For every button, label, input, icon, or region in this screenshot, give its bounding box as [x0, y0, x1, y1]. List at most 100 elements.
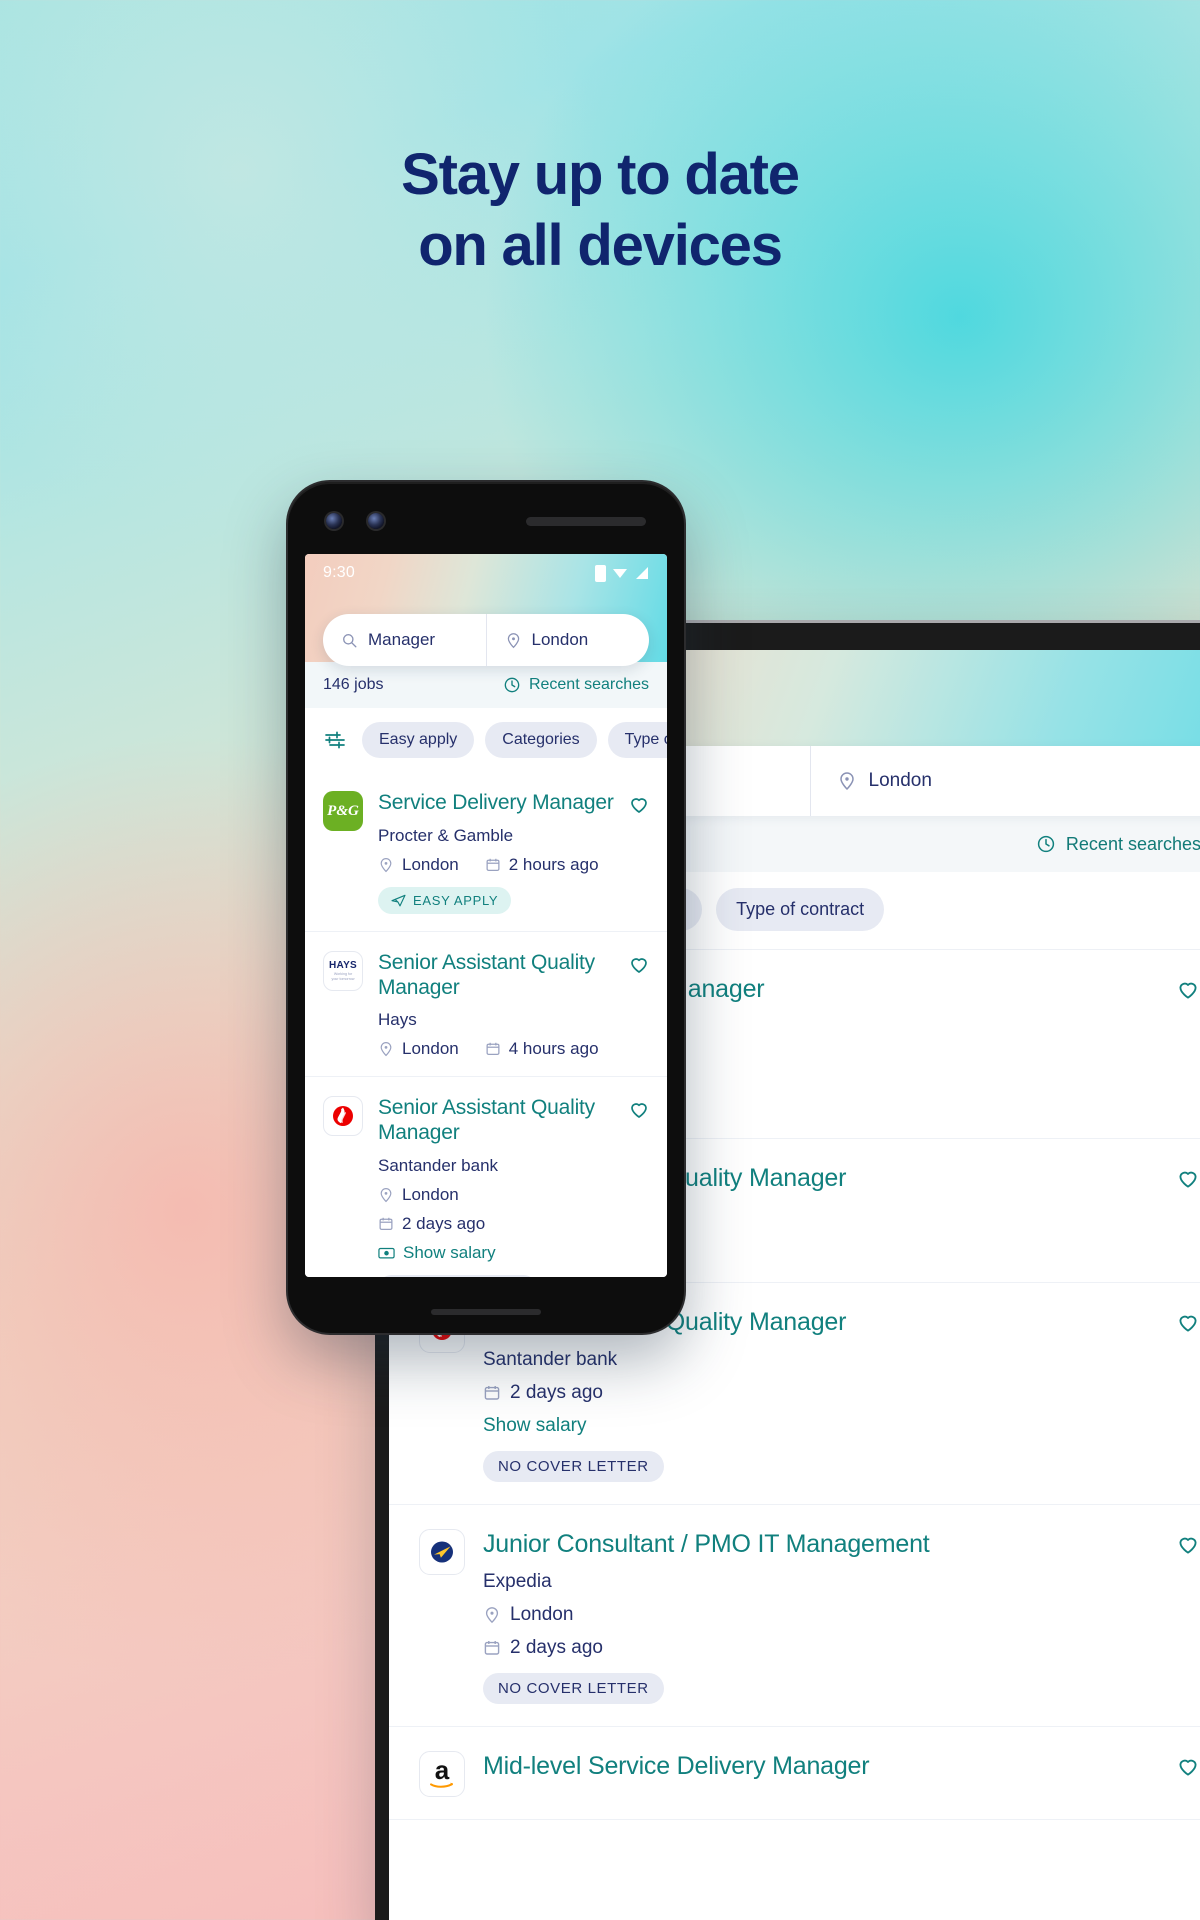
heart-outline-icon[interactable]: [1175, 1531, 1200, 1557]
phone-job-badge-easy-apply: EASY APPLY: [378, 886, 512, 914]
phone-job-company: Santander bank: [378, 1155, 499, 1175]
phone-job-card[interactable]: P&G Service Delivery Manager Procter & G…: [305, 772, 667, 931]
desktop-job-location-text: London: [510, 1604, 574, 1625]
desktop-job-company: Santander bank: [483, 1349, 618, 1370]
money-icon: [378, 1246, 395, 1260]
phone-location-input[interactable]: London: [485, 614, 650, 666]
phone-job-badge-no-cover-letter: NO COVER LETTER: [378, 1274, 538, 1277]
phone-job-count: 146 jobs: [323, 676, 384, 693]
desktop-job-posted: 2 days ago: [483, 1382, 1200, 1404]
desktop-job-posted: 2 days ago: [483, 1637, 1200, 1659]
location-pin-icon: [837, 771, 857, 791]
phone-job-location-row: London: [378, 1185, 619, 1205]
calendar-icon: [483, 1639, 501, 1657]
phone-screen: 9:30 Manager London 146 jobs Recent sear…: [305, 554, 667, 1277]
signal-icon: [634, 566, 649, 580]
phone-device: 9:30 Manager London 146 jobs Recent sear…: [286, 480, 686, 1335]
phone-results-meta: 146 jobs Recent searches: [305, 662, 667, 708]
clock-icon: [1036, 834, 1056, 854]
desktop-job-salary-text: Show salary: [483, 1415, 587, 1436]
phone-job-company: Hays: [378, 1010, 417, 1030]
desktop-location-input[interactable]: London: [809, 746, 1200, 816]
calendar-icon: [378, 1216, 394, 1232]
phone-status-bar: 9:30: [305, 554, 667, 582]
phone-job-posted-row: 2 days ago: [378, 1214, 619, 1234]
desktop-job-location: London: [483, 1604, 1200, 1626]
phone-location-value: London: [531, 630, 589, 649]
desktop-job-posted-text: 2 days ago: [510, 1382, 603, 1403]
location-pin-icon: [505, 632, 522, 649]
desktop-job-salary-link[interactable]: Show salary: [483, 1415, 1200, 1437]
phone-job-badge-text: EASY APPLY: [413, 892, 499, 908]
battery-icon: [595, 564, 606, 582]
desktop-job-company: Expedia: [483, 1571, 552, 1592]
hays-logo: HAYSWorking foryour tomorrow: [323, 950, 363, 991]
location-pin-icon: [378, 857, 394, 873]
location-pin-icon: [378, 1041, 394, 1057]
headline-line-2: on all devices: [418, 212, 783, 278]
phone-chip-easy-apply[interactable]: Easy apply: [362, 722, 475, 758]
phone-job-card[interactable]: Senior Assistant Quality Manager Santand…: [305, 1076, 667, 1277]
phone-job-title[interactable]: Service Delivery Manager: [378, 791, 619, 816]
phone-job-title[interactable]: Senior Assistant Quality Manager: [378, 1096, 619, 1146]
amazon-logo: a: [419, 1751, 465, 1797]
phone-job-salary-row[interactable]: Show salary: [378, 1243, 619, 1263]
desktop-job-badge: NO COVER LETTER: [483, 1451, 664, 1482]
phone-chip-type-of-work[interactable]: Type of work: [607, 722, 667, 758]
phone-job-salary-link: Show salary: [403, 1242, 496, 1262]
status-time: 9:30: [323, 564, 355, 581]
phone-recent-searches-label: Recent searches: [528, 676, 649, 693]
phone-notch: [326, 510, 646, 532]
calendar-icon: [483, 1384, 501, 1402]
pg-logo: P&G: [323, 791, 363, 831]
front-camera-secondary-icon: [368, 513, 384, 529]
heart-outline-icon[interactable]: [1175, 1309, 1200, 1335]
page-title: Stay up to date on all devices: [0, 140, 1200, 282]
desktop-location-value: London: [868, 770, 932, 791]
desktop-job-title[interactable]: Mid-level Service Delivery Manager: [483, 1751, 1200, 1781]
desktop-chip-type-of-contract[interactable]: Type of contract: [716, 888, 885, 931]
phone-job-posted: 4 hours ago: [508, 1039, 599, 1059]
heart-outline-icon[interactable]: [627, 1097, 651, 1121]
phone-bottom-speaker: [431, 1309, 541, 1315]
heart-outline-icon[interactable]: [1175, 1753, 1200, 1779]
phone-keyword-input[interactable]: Manager: [323, 614, 486, 666]
expedia-logo: [419, 1529, 465, 1575]
phone-job-meta: London 2 hours ago: [378, 855, 619, 875]
phone-job-location: London: [402, 1184, 459, 1204]
desktop-recent-searches-link[interactable]: Recent searches: [1066, 834, 1200, 855]
desktop-job-posted-text: 2 days ago: [510, 1637, 603, 1658]
santander-logo: [323, 1096, 363, 1137]
clock-icon: [503, 676, 521, 694]
phone-recent-searches-link[interactable]: Recent searches: [503, 676, 649, 694]
phone-search-bar[interactable]: Manager London: [323, 614, 649, 666]
heart-outline-icon[interactable]: [627, 792, 651, 816]
calendar-icon: [485, 857, 501, 873]
location-pin-icon: [378, 1187, 394, 1203]
earpiece-speaker: [526, 516, 646, 526]
phone-job-company: Procter & Gamble: [378, 825, 514, 845]
front-camera-icon: [326, 513, 342, 529]
headline-line-1: Stay up to date: [401, 142, 800, 207]
desktop-job-badge: NO COVER LETTER: [483, 1673, 664, 1704]
desktop-job-title[interactable]: Junior Consultant / PMO IT Management: [483, 1529, 1200, 1559]
phone-chip-categories[interactable]: Categories: [485, 722, 597, 758]
heart-outline-icon[interactable]: [1175, 976, 1200, 1002]
phone-job-posted: 2 hours ago: [508, 854, 599, 874]
heart-outline-icon[interactable]: [1175, 1165, 1200, 1191]
wifi-icon: [612, 566, 628, 580]
desktop-job-row[interactable]: a Mid-level Service Delivery Manager: [389, 1727, 1200, 1820]
phone-job-meta: London 4 hours ago: [378, 1039, 619, 1059]
desktop-job-row[interactable]: Junior Consultant / PMO IT Management Ex…: [389, 1505, 1200, 1727]
filter-sliders-icon[interactable]: [323, 728, 347, 752]
phone-job-location: London: [402, 854, 459, 874]
location-pin-icon: [483, 1606, 501, 1624]
heart-outline-icon[interactable]: [627, 952, 651, 976]
phone-job-location: London: [402, 1039, 459, 1059]
phone-job-title[interactable]: Senior Assistant Quality Manager: [378, 951, 619, 1001]
search-icon: [341, 632, 358, 649]
phone-filter-chips: Easy apply Categories Type of work: [305, 708, 667, 772]
phone-job-card[interactable]: HAYS Working for your tomorrow Senior Assi…: [305, 930, 667, 1077]
phone-job-posted: 2 days ago: [402, 1213, 486, 1233]
phone-keyword-value: Manager: [368, 630, 436, 649]
